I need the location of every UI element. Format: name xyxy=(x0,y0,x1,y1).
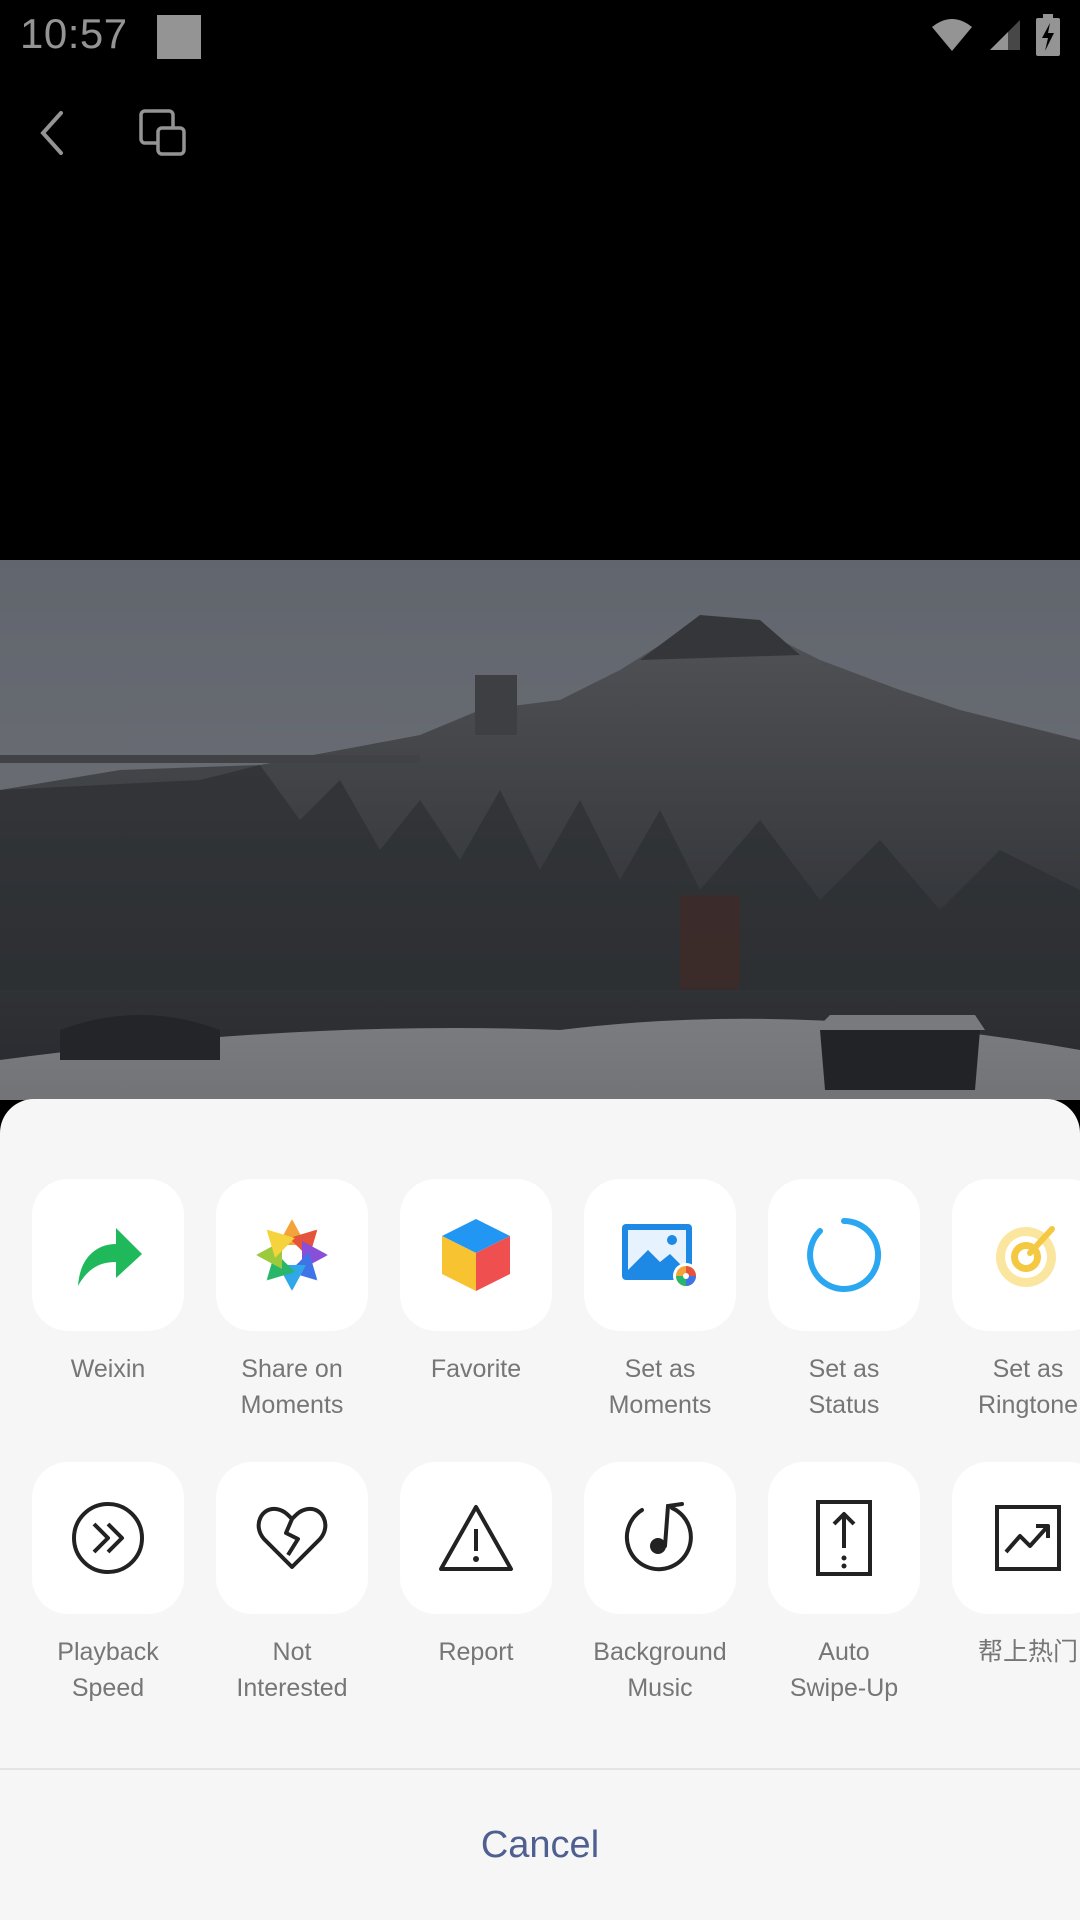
status-icons xyxy=(930,13,1060,61)
share-sheet: Weixin Share on Moments Favorite Set as … xyxy=(0,1099,1080,1920)
set-as-status-button[interactable]: Set as Status xyxy=(752,1179,936,1423)
share-weixin-button[interactable]: Weixin xyxy=(16,1179,200,1387)
video-player[interactable] xyxy=(0,186,1080,1100)
action-label: Background Music xyxy=(593,1638,727,1702)
swipe-up-icon xyxy=(816,1500,872,1576)
status-time: 10:57 xyxy=(20,10,128,57)
set-as-ringtone-button[interactable]: Set as Ringtone xyxy=(936,1179,1080,1423)
action-row: Playback Speed Not Interested Report Bac… xyxy=(0,1462,1080,1722)
video-frame xyxy=(0,560,1080,1100)
warning-triangle-icon xyxy=(439,1505,513,1571)
status-bar: 10:57 xyxy=(0,0,1080,76)
forward-arrow-icon xyxy=(78,1228,142,1286)
ringtone-icon xyxy=(996,1226,1056,1287)
share-tile[interactable] xyxy=(952,1179,1080,1331)
share-label: Favorite xyxy=(430,1355,522,1383)
playback-speed-button[interactable]: Playback Speed xyxy=(16,1462,200,1706)
action-tile[interactable] xyxy=(584,1462,736,1614)
action-tile[interactable] xyxy=(768,1462,920,1614)
floating-window-icon xyxy=(139,109,186,156)
share-row: Weixin Share on Moments Favorite Set as … xyxy=(0,1179,1080,1439)
picture-icon xyxy=(622,1224,699,1289)
share-tile[interactable] xyxy=(584,1179,736,1331)
wifi-icon xyxy=(930,17,974,58)
auto-swipe-up-button[interactable]: Auto Swipe-Up xyxy=(752,1462,936,1706)
report-button[interactable]: Report xyxy=(384,1462,568,1670)
top-bar xyxy=(0,76,1080,186)
trending-chart-icon xyxy=(995,1505,1061,1571)
cancel-button[interactable]: Cancel xyxy=(0,1770,1080,1920)
action-label: Report xyxy=(438,1638,514,1666)
share-tile[interactable] xyxy=(400,1179,552,1331)
share-label: Weixin xyxy=(70,1355,146,1383)
action-tile[interactable] xyxy=(400,1462,552,1614)
favorite-cube-icon xyxy=(442,1219,510,1291)
action-tile[interactable] xyxy=(32,1462,184,1614)
action-label: Not Interested xyxy=(236,1638,348,1702)
music-note-circle-icon xyxy=(624,1502,693,1572)
promote-trending-button[interactable]: 帮上热门 xyxy=(936,1462,1080,1670)
background-music-button[interactable]: Background Music xyxy=(568,1462,752,1706)
action-tile[interactable] xyxy=(216,1462,368,1614)
not-interested-button[interactable]: Not Interested xyxy=(200,1462,384,1706)
share-label: Set as Status xyxy=(808,1355,880,1419)
cell-signal-icon xyxy=(988,18,1022,57)
battery-charging-icon xyxy=(1036,13,1060,61)
share-label: Set as Moments xyxy=(608,1355,712,1419)
share-tile[interactable] xyxy=(216,1179,368,1331)
share-label: Share on Moments xyxy=(240,1355,344,1419)
share-tile[interactable] xyxy=(32,1179,184,1331)
share-moments-button[interactable]: Share on Moments xyxy=(200,1179,384,1423)
action-label: Auto Swipe-Up xyxy=(789,1638,899,1702)
back-icon xyxy=(40,111,63,155)
notification-square xyxy=(157,15,201,59)
action-label: Playback Speed xyxy=(57,1638,159,1702)
set-as-moments-button[interactable]: Set as Moments xyxy=(568,1179,752,1423)
floating-window-button[interactable] xyxy=(128,98,198,168)
broken-heart-icon xyxy=(256,1506,328,1569)
share-label: Set as Ringtone xyxy=(977,1355,1079,1419)
back-button[interactable] xyxy=(18,98,88,168)
fast-forward-circle-icon xyxy=(72,1502,144,1574)
share-tile[interactable] xyxy=(768,1179,920,1331)
action-tile[interactable] xyxy=(952,1462,1080,1614)
moments-aperture-icon xyxy=(254,1217,330,1293)
action-label: 帮上热门 xyxy=(977,1638,1078,1666)
favorite-button[interactable]: Favorite xyxy=(384,1179,568,1387)
status-ring-icon xyxy=(807,1218,882,1292)
